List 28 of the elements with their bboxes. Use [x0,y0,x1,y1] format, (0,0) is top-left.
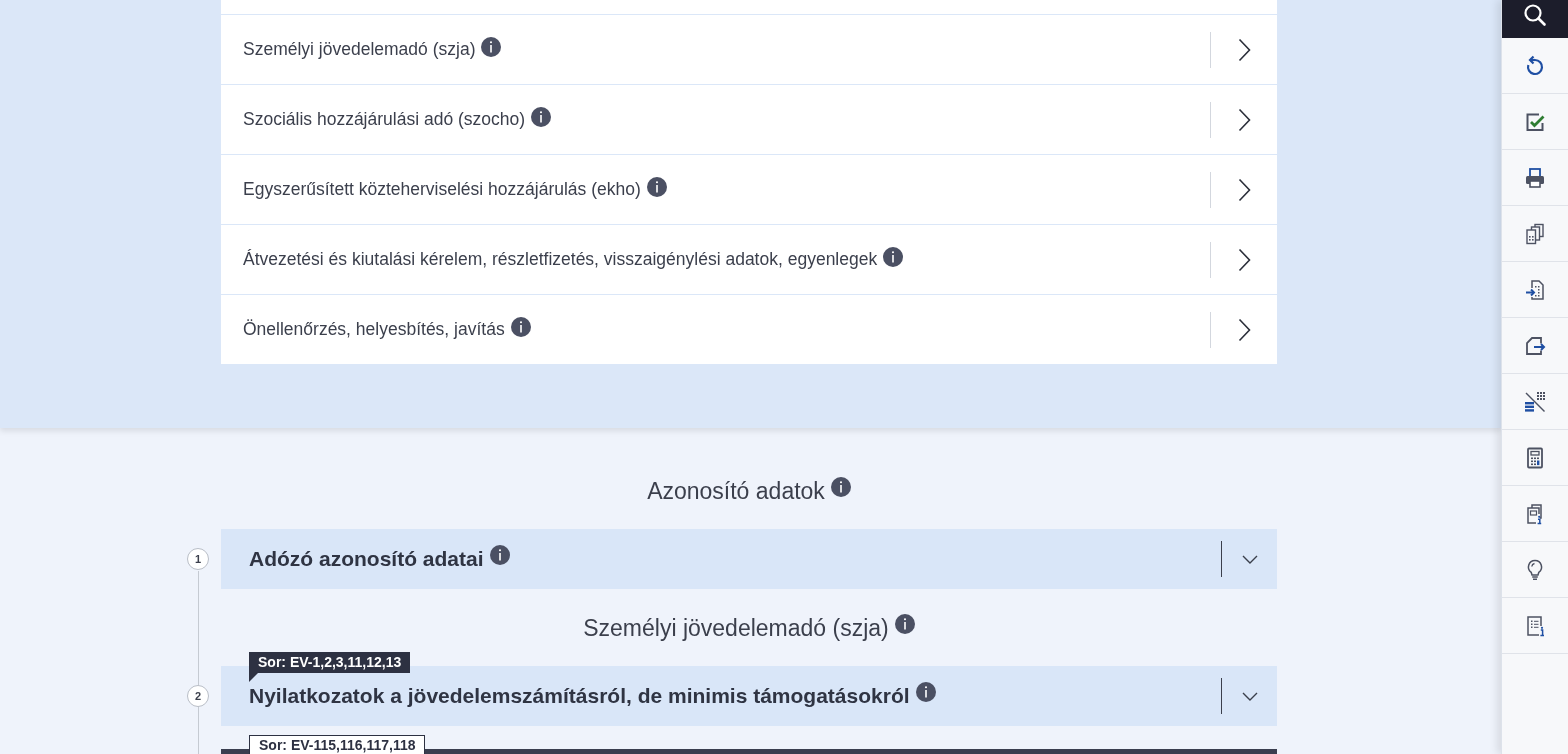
chevron-right-icon [1237,317,1251,342]
info-icon[interactable] [531,106,552,127]
info-icon[interactable] [883,246,904,267]
step-number: 2 [187,685,209,707]
info-icon[interactable] [915,682,936,702]
info-icon[interactable] [830,477,851,497]
printer-icon [1523,165,1547,190]
chevron-right-icon [1237,37,1251,62]
document-stack-icon [1523,221,1547,246]
tooltip-pointer-icon [249,673,258,682]
grid-crossed-icon [1523,389,1547,414]
search-icon [1523,3,1547,27]
info-icon[interactable] [894,614,915,634]
row-label-tooltip: Sor: EV-115,116,117,118 [249,735,426,754]
document-arrow-in-icon [1523,277,1547,302]
section-heading: Személyi jövedelemadó (szja) [583,614,889,642]
info-icon[interactable] [481,36,502,57]
accordion-header[interactable]: Adózó azonosító adatai [221,529,1277,589]
info-icon[interactable] [646,176,667,197]
chevron-right-icon [1237,177,1251,202]
info-icon[interactable] [489,545,510,565]
info-icon[interactable] [510,316,531,337]
search-button[interactable] [1502,0,1568,38]
chevron-right-icon [1237,107,1251,132]
row-label-tooltip: Sor: EV-1,2,3,11,12,13 [249,652,411,673]
step-number: 1 [187,548,209,570]
section-heading: Azonosító adatok [647,477,825,505]
chevron-right-icon [1237,247,1251,272]
